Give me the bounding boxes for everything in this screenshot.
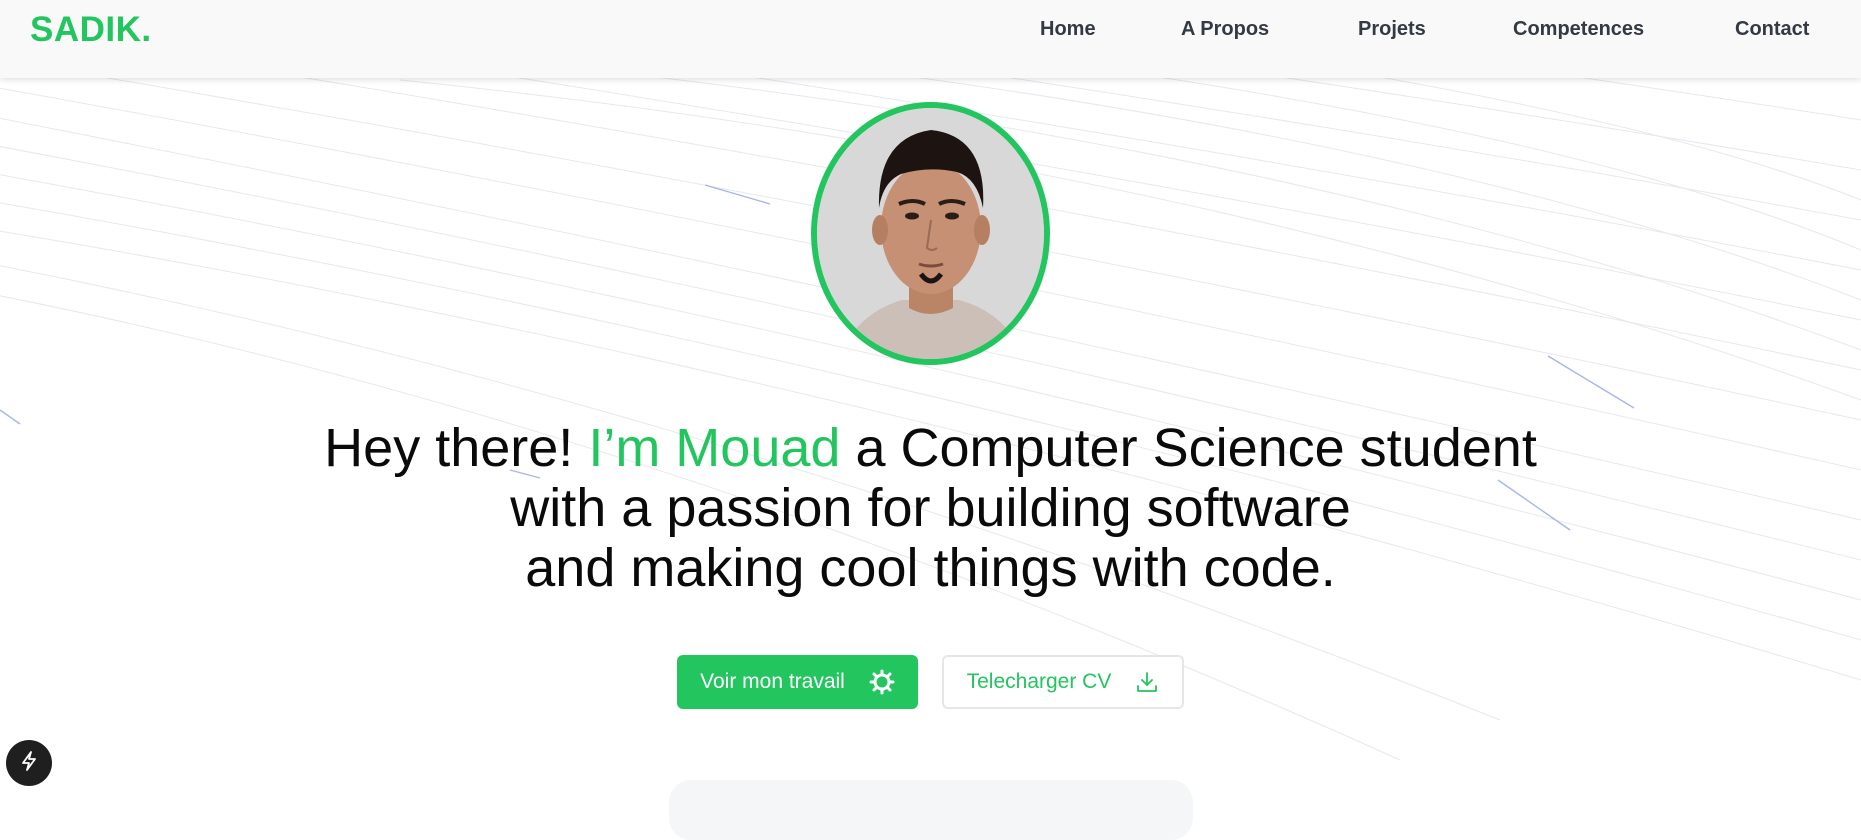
nav-home[interactable]: Home <box>1040 18 1096 41</box>
nav-projets[interactable]: Projets <box>1358 18 1426 41</box>
headline-line3: and making cool things with code. <box>525 538 1336 598</box>
download-icon <box>1135 670 1159 694</box>
view-work-label: Voir mon travail <box>700 670 845 693</box>
download-cv-label: Telecharger CV <box>966 670 1112 693</box>
navbar: SADIK. Home A Propos Projets Competences… <box>0 0 1861 78</box>
portrait-image <box>817 108 1044 359</box>
gear-icon <box>869 669 895 695</box>
nav-a-propos[interactable]: A Propos <box>1181 18 1269 41</box>
bottom-card <box>669 780 1193 840</box>
brand-logo[interactable]: SADIK. <box>30 10 152 50</box>
nav-contact[interactable]: Contact <box>1735 18 1809 41</box>
view-work-button[interactable]: Voir mon travail <box>677 655 918 709</box>
headline-prefix: Hey there! <box>324 418 574 478</box>
headline-suffix: a Computer Science student <box>855 418 1537 478</box>
nav-competences[interactable]: Competences <box>1513 18 1644 41</box>
hero-headline: Hey there! I’m Mouad a Computer Science … <box>0 418 1861 598</box>
bolt-icon <box>18 750 40 777</box>
headline-line2: with a passion for building software <box>510 478 1351 538</box>
floating-bolt-button[interactable] <box>6 740 52 786</box>
profile-avatar <box>811 102 1050 365</box>
headline-name: I’m Mouad <box>588 418 841 478</box>
download-cv-button[interactable]: Telecharger CV <box>942 655 1184 709</box>
